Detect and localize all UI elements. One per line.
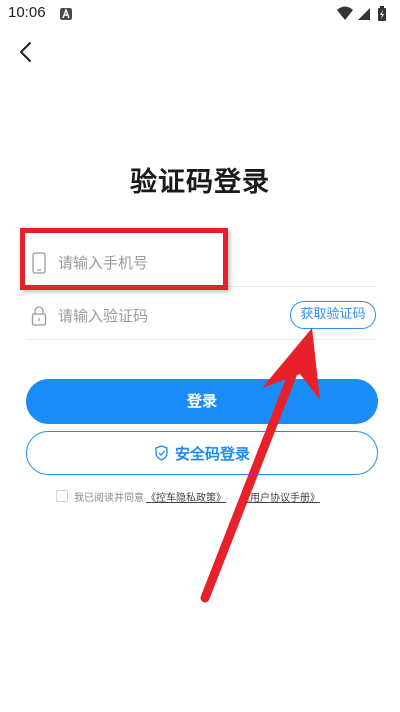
chevron-left-icon — [20, 42, 31, 62]
code-input[interactable] — [56, 301, 280, 331]
agreement-checkbox[interactable] — [56, 490, 68, 502]
battery-charging-icon — [378, 6, 386, 21]
login-button[interactable]: 登录 — [26, 379, 378, 424]
back-button[interactable] — [10, 36, 42, 68]
code-field-row: 获取验证码 — [26, 291, 376, 340]
annotation-arrow-icon — [200, 328, 320, 603]
get-code-button[interactable]: 获取验证码 — [290, 301, 376, 329]
secure-code-login-label: 安全码登录 — [174, 444, 250, 463]
secure-code-login-button[interactable]: 安全码登录 — [26, 431, 378, 475]
agreement-text: 我已阅读并同意 — [74, 492, 144, 504]
annotation-highlight-box — [20, 228, 228, 290]
shield-check-icon — [155, 445, 168, 461]
agreement-row: 我已阅读并同意 《控车隐私政策》 《用户协议手册》 — [56, 488, 320, 504]
lock-icon — [31, 306, 47, 326]
status-icons — [337, 6, 386, 21]
wifi-icon — [337, 6, 353, 20]
status-time: 10:06 — [8, 4, 46, 21]
user-agreement-link[interactable]: 《用户协议手册》 — [240, 489, 320, 504]
notification-a-icon — [60, 8, 72, 20]
status-bar: 10:06 — [0, 0, 400, 28]
privacy-policy-link[interactable]: 《控车隐私政策》 — [146, 489, 226, 504]
signal-icon — [358, 8, 370, 20]
page-title: 验证码登录 — [130, 167, 270, 198]
